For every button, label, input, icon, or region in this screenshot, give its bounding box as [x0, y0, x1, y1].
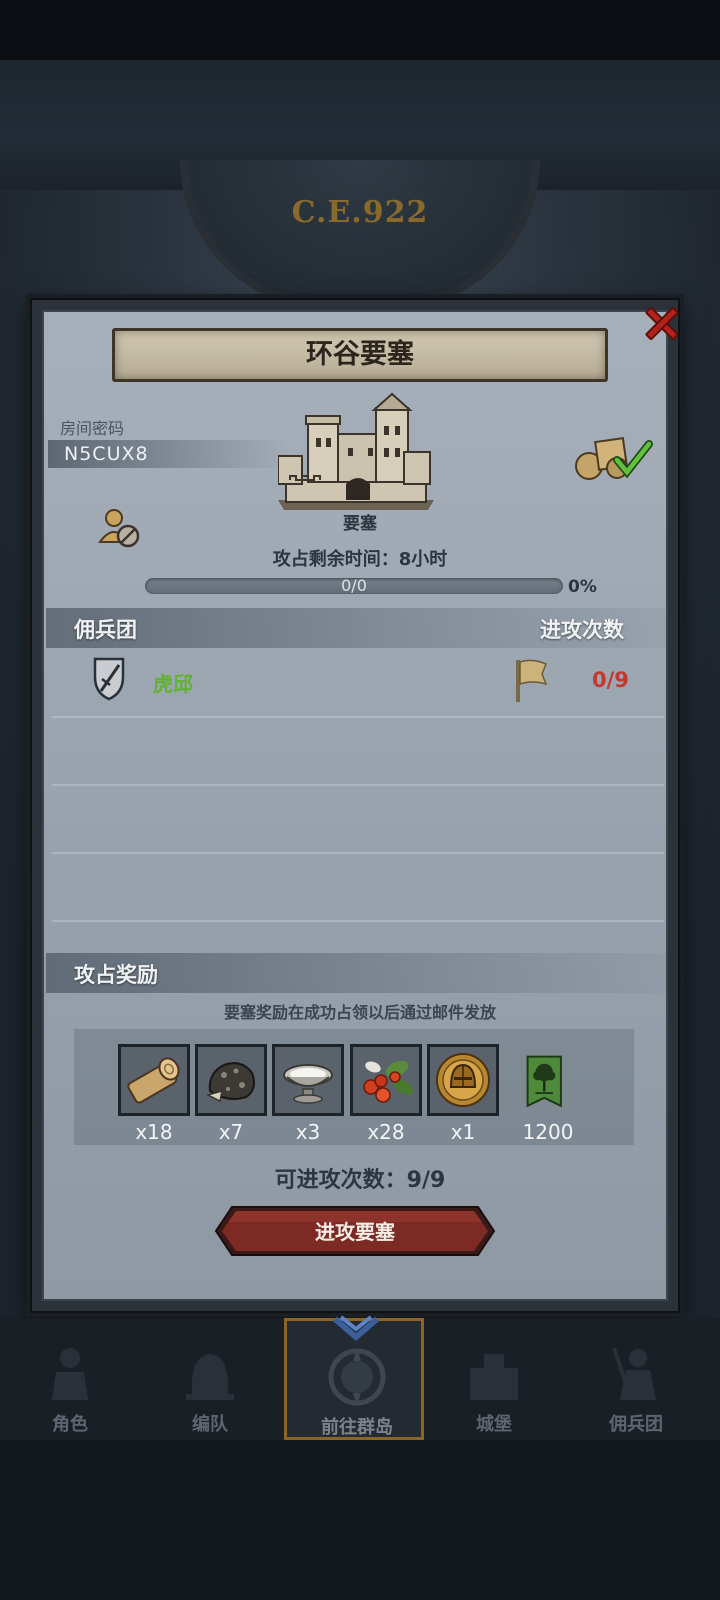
reward-item[interactable]: x3 [272, 1044, 344, 1144]
soldier-icon [612, 1347, 656, 1400]
nav-label: 城堡 [476, 1414, 512, 1435]
reward-qty: x28 [367, 1120, 405, 1144]
row-divider [52, 716, 664, 718]
castle-icon [470, 1354, 518, 1400]
reward-note: 要塞奖励在成功占领以后通过邮件发放 [223, 1003, 496, 1022]
compass-icon [328, 1348, 386, 1406]
row-divider [52, 852, 664, 854]
berries-icon [363, 1060, 413, 1103]
nav-label: 佣兵团 [609, 1414, 663, 1435]
close-icon[interactable] [638, 300, 684, 346]
helmet-medal-icon [436, 1053, 490, 1107]
reward-qty: 1200 [522, 1120, 574, 1144]
nav-formation[interactable]: 编队 [140, 1318, 280, 1440]
nav-label: 角色 [52, 1414, 88, 1435]
fortress-icon [278, 392, 434, 510]
no-visitors-icon[interactable] [98, 506, 142, 550]
reward-item[interactable]: x28 [350, 1044, 422, 1144]
nav-castle[interactable]: 城堡 [424, 1318, 564, 1440]
capture-progress-percent: 0% [568, 577, 597, 597]
log-icon [127, 1057, 180, 1104]
reward-qty: x3 [295, 1120, 321, 1144]
attack-fortress-label: 进攻要塞 [315, 1220, 395, 1244]
flag-icon [516, 659, 548, 702]
available-attacks: 可进攻次数：9/9 [274, 1168, 446, 1193]
row-divider [52, 784, 664, 786]
nav-character[interactable]: 角色 [0, 1318, 140, 1440]
reward-header-label: 攻占奖励 [74, 963, 158, 987]
reward-item[interactable]: x1 [427, 1044, 499, 1144]
nav-label: 前往群岛 [321, 1417, 393, 1438]
nav-label: 编队 [192, 1414, 228, 1435]
helmet-icon [186, 1354, 234, 1400]
room-code-label: 房间密码 [60, 419, 125, 438]
capture-time-remaining: 攻占剩余时间：8小时 [272, 549, 448, 570]
attack-count-header-label: 进攻次数 [540, 618, 624, 642]
bowl-icon [283, 1064, 333, 1104]
nav-mercenary[interactable]: 佣兵团 [566, 1318, 706, 1440]
capture-progress-text: 0/0 [341, 576, 367, 595]
chevron-down-icon [333, 1315, 379, 1341]
mercenary-attack-count: 0/9 [592, 668, 629, 692]
reward-qty: x18 [135, 1120, 173, 1144]
reward-qty: x1 [450, 1120, 476, 1144]
list-item[interactable] [46, 648, 666, 716]
reward-qty: x7 [218, 1120, 244, 1144]
knight-icon [52, 1348, 88, 1400]
fortress-label: 要塞 [343, 514, 377, 534]
row-divider [52, 920, 664, 922]
mercenary-header-label: 佣兵团 [74, 618, 137, 642]
reward-item[interactable]: 1200 [512, 1044, 584, 1144]
status-bar [0, 0, 720, 60]
supplies-check-icon[interactable] [573, 432, 653, 482]
reward-item[interactable]: x7 [195, 1044, 267, 1144]
shield-sword-icon [93, 657, 125, 701]
room-code-value[interactable]: N5CUX8 [64, 443, 149, 465]
nav-archipelago[interactable]: 前往群岛 [284, 1315, 424, 1440]
bottom-background [0, 1440, 720, 1600]
reward-item[interactable]: x18 [118, 1044, 190, 1144]
mercenary-name: 虎邱 [153, 672, 193, 696]
era-label: C.E.922 [291, 195, 429, 230]
dialog-title: 环谷要塞 [112, 328, 608, 382]
ore-icon [205, 1062, 255, 1103]
tree-banner-icon [526, 1055, 562, 1108]
